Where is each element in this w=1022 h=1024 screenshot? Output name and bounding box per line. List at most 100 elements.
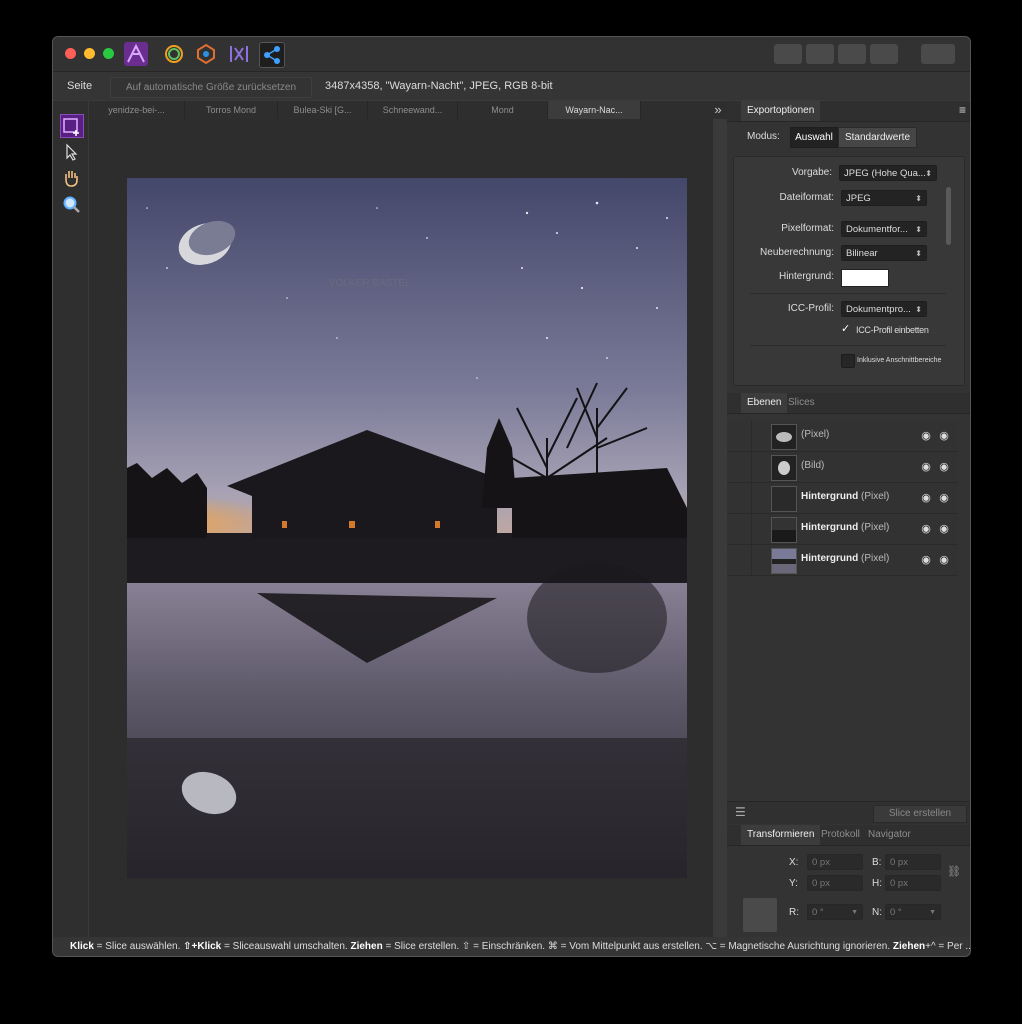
anchor-grid-icon[interactable] bbox=[743, 898, 777, 932]
photo-watermark: VOLKER BASTEL bbox=[329, 278, 411, 289]
doc-tab[interactable]: Schneewand... bbox=[368, 101, 458, 119]
arrange-button-1[interactable] bbox=[774, 44, 802, 64]
zoom-window-button[interactable] bbox=[103, 48, 114, 59]
mode-label: Modus: bbox=[747, 131, 780, 142]
pixelformat-select[interactable]: Dokumentfor... ⬍ bbox=[841, 221, 927, 237]
zoom-tool-icon[interactable] bbox=[60, 193, 82, 215]
doc-tab[interactable]: Bulea-Ski [G... bbox=[278, 101, 368, 119]
arrange-button-3[interactable] bbox=[838, 44, 866, 64]
doc-tab-active[interactable]: Wayarn-Nac... bbox=[548, 101, 641, 119]
shear-select[interactable]: 0 ° ▼ bbox=[885, 904, 941, 920]
doc-tab[interactable]: Mond bbox=[458, 101, 548, 119]
page-label: Seite bbox=[67, 80, 93, 92]
tab-export-options[interactable]: Exportoptionen bbox=[741, 101, 821, 121]
visibility-eye-icon[interactable]: ◉ bbox=[937, 429, 951, 443]
arrange-button-2[interactable] bbox=[806, 44, 834, 64]
doc-tab[interactable]: Torros Mond bbox=[185, 101, 278, 119]
pixelformat-value: Dokumentfor... bbox=[846, 224, 908, 235]
document-info: 3487x4358, "Wayarn-Nacht", JPEG, RGB 8-b… bbox=[325, 80, 553, 92]
icc-embed-checkbox[interactable]: ✓ bbox=[841, 323, 853, 335]
document-photo[interactable]: VOLKER BASTEL bbox=[127, 178, 687, 878]
link-chain-icon[interactable]: ⛓ bbox=[947, 865, 961, 878]
panel-menu-icon[interactable]: ≡ bbox=[959, 103, 966, 117]
visibility-eye-icon[interactable]: ◉ bbox=[937, 522, 951, 536]
mode-standard-button[interactable]: Standardwerte bbox=[838, 127, 917, 148]
develop-persona-icon[interactable] bbox=[194, 42, 218, 66]
layer-thumbnail bbox=[771, 486, 797, 512]
layer-row[interactable]: (Bild) ◉ ◉ bbox=[727, 452, 958, 483]
transform-panel-header: Transformieren Protokoll Navigator bbox=[727, 825, 970, 846]
x-input[interactable]: 0 px bbox=[807, 854, 863, 870]
y-input[interactable]: 0 px bbox=[807, 875, 863, 891]
slice-tool-icon[interactable] bbox=[60, 114, 84, 138]
preset-select[interactable]: JPEG (Hohe Qua... ⬍ bbox=[839, 165, 937, 181]
status-bar: Klick = Slice auswählen. ⇧+Klick = Slice… bbox=[53, 937, 970, 956]
mode-auswahl-button[interactable]: Auswahl bbox=[790, 127, 838, 148]
blend-eye-icon[interactable]: ◉ bbox=[919, 429, 933, 443]
format-select[interactable]: JPEG ⬍ bbox=[841, 190, 927, 206]
title-bar bbox=[53, 37, 970, 72]
tab-navigator[interactable]: Navigator bbox=[862, 825, 917, 845]
tab-layers[interactable]: Ebenen bbox=[741, 393, 788, 413]
rotation-select[interactable]: 0 ° ▼ bbox=[807, 904, 863, 920]
tab-history[interactable]: Protokoll bbox=[815, 825, 866, 845]
blend-eye-icon[interactable]: ◉ bbox=[919, 522, 933, 536]
tab-slices[interactable]: Slices bbox=[782, 393, 821, 413]
stepper-icon: ⬍ bbox=[915, 194, 922, 203]
dropdown-arrow-icon: ▼ bbox=[929, 909, 936, 916]
photo-persona-icon[interactable] bbox=[124, 42, 148, 66]
minimize-window-button[interactable] bbox=[84, 48, 95, 59]
liquify-persona-icon[interactable] bbox=[162, 42, 186, 66]
visibility-eye-icon[interactable]: ◉ bbox=[937, 491, 951, 505]
doc-tab[interactable]: yenidze-bei-... bbox=[89, 101, 185, 119]
icc-select[interactable]: Dokumentpro... ⬍ bbox=[841, 301, 927, 317]
blend-eye-icon[interactable]: ◉ bbox=[919, 460, 933, 474]
h-input[interactable]: 0 px bbox=[885, 875, 941, 891]
close-window-button[interactable] bbox=[65, 48, 76, 59]
tab-transform[interactable]: Transformieren bbox=[741, 825, 821, 845]
include-slices-checkbox[interactable] bbox=[841, 354, 855, 368]
layers-stack-icon[interactable]: ☰ bbox=[735, 805, 746, 819]
hand-tool-icon[interactable] bbox=[60, 167, 82, 189]
visibility-eye-icon[interactable]: ◉ bbox=[937, 460, 951, 474]
export-persona-icon[interactable] bbox=[259, 42, 285, 68]
app-window: Seite Auf automatische Größe zurücksetze… bbox=[52, 36, 971, 957]
icc-label: ICC-Profil: bbox=[787, 303, 834, 314]
layer-row[interactable]: Hintergrund (Pixel) ◉ ◉ bbox=[727, 483, 958, 514]
background-color-swatch[interactable] bbox=[841, 269, 889, 287]
document-tabs: yenidze-bei-... Torros Mond Bulea-Ski [G… bbox=[89, 101, 729, 119]
scrollbar[interactable] bbox=[946, 187, 951, 245]
tone-mapping-persona-icon[interactable] bbox=[227, 42, 251, 66]
layers-panel-header: Ebenen Slices bbox=[727, 393, 970, 414]
layer-row[interactable]: Hintergrund (Pixel) ◉ ◉ bbox=[727, 545, 958, 576]
b-input[interactable]: 0 px bbox=[885, 854, 941, 870]
r-label: R: bbox=[789, 907, 799, 918]
layer-row[interactable]: Hintergrund (Pixel) ◉ ◉ bbox=[727, 514, 958, 545]
reset-size-button[interactable]: Auf automatische Größe zurücksetzen bbox=[110, 77, 312, 98]
stepper-icon: ⬍ bbox=[915, 249, 922, 258]
h-label: H: bbox=[872, 878, 882, 889]
layer-lock-col bbox=[751, 421, 752, 451]
resample-select[interactable]: Bilinear ⬍ bbox=[841, 245, 927, 261]
visibility-eye-icon[interactable]: ◉ bbox=[937, 553, 951, 567]
blend-eye-icon[interactable]: ◉ bbox=[919, 491, 933, 505]
b-label: B: bbox=[872, 857, 882, 868]
include-slices-label: Inklusive Anschnittbereiche bbox=[857, 357, 942, 364]
layer-row[interactable]: (Pixel) ◉ ◉ bbox=[727, 421, 958, 452]
select-tool-icon[interactable] bbox=[60, 141, 82, 163]
blend-eye-icon[interactable]: ◉ bbox=[919, 553, 933, 567]
pixelformat-label: Pixelformat: bbox=[781, 223, 834, 234]
preset-label: Vorgabe: bbox=[791, 167, 832, 178]
tab-overflow-icon[interactable]: » bbox=[709, 101, 727, 119]
format-label: Dateiformat: bbox=[779, 192, 834, 203]
layer-name: (Bild) bbox=[801, 460, 825, 471]
studio-toggle-button[interactable] bbox=[921, 44, 955, 64]
preset-value: JPEG (Hohe Qua... bbox=[844, 168, 926, 179]
rotation-value: 0 ° bbox=[812, 907, 824, 918]
create-slice-button[interactable]: Slice erstellen bbox=[873, 805, 967, 823]
stepper-icon: ⬍ bbox=[915, 225, 922, 234]
arrange-button-4[interactable] bbox=[870, 44, 898, 64]
context-toolbar: Seite Auf automatische Größe zurücksetze… bbox=[53, 72, 970, 100]
layer-thumbnail bbox=[771, 517, 797, 543]
divider bbox=[750, 293, 946, 294]
